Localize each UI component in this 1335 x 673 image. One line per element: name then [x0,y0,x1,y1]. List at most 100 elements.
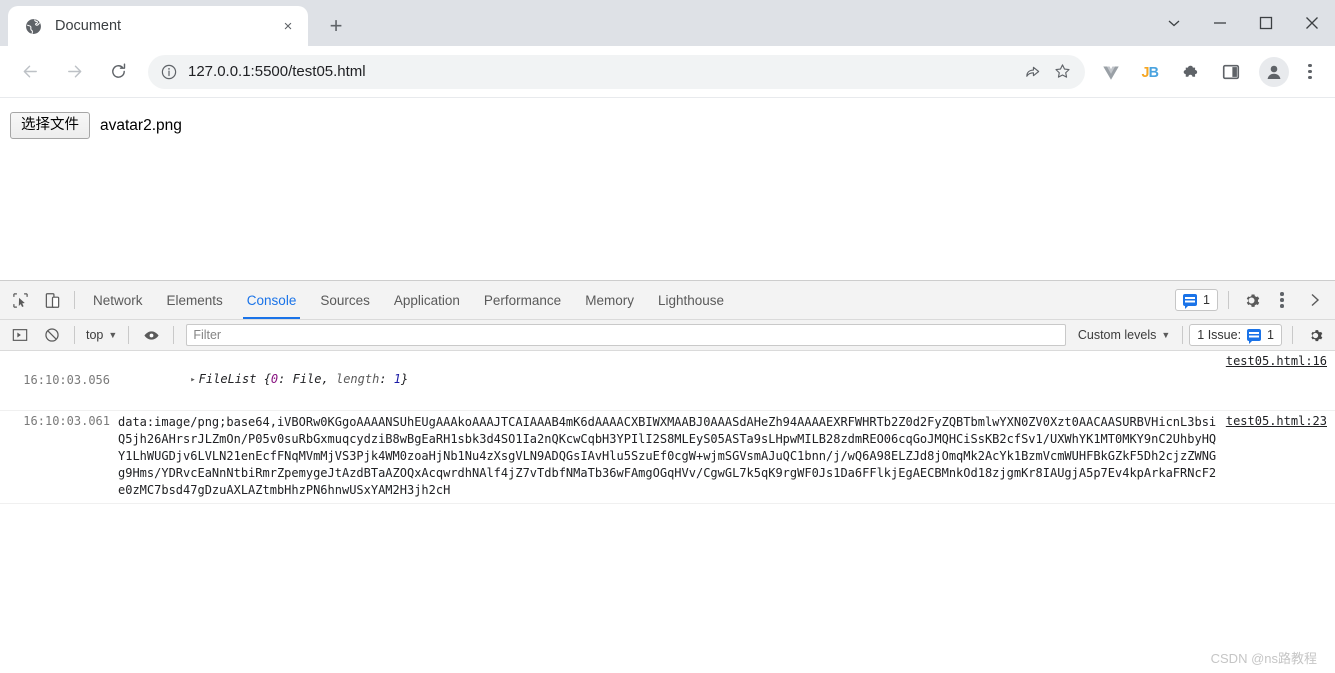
tab-sources[interactable]: Sources [308,281,382,319]
divider [173,326,175,344]
tab-network[interactable]: Network [81,281,155,319]
browser-tab[interactable]: Document × [8,6,308,46]
maximize-button[interactable] [1243,0,1289,46]
tab-title: Document [55,18,122,34]
chevron-right-icon[interactable] [1301,286,1329,314]
object-type: FileList [198,372,257,387]
clear-console-icon[interactable] [38,321,66,349]
divider [1182,326,1184,344]
console-row[interactable]: 16:10:03.056 ▸ FileList {0: File, length:… [0,351,1335,411]
console-message[interactable]: ▸ FileList {0: File, length: 1} [118,354,1226,407]
window-controls [1151,0,1335,46]
log-levels-value: Custom levels [1077,328,1157,342]
object-length-value: 1 [393,372,402,387]
chevron-down-icon: ▼ [108,330,118,340]
execution-context-value: top [86,328,104,342]
divider [74,326,75,344]
message-bubble-icon [1247,329,1262,344]
console-source-link[interactable]: test05.html:23 [1226,414,1335,428]
expand-triangle-icon[interactable]: ▸ [190,372,195,389]
tab-memory[interactable]: Memory [573,281,646,319]
page-content: 选择文件 avatar2.png [0,98,1335,278]
menu-dot [1280,304,1284,308]
info-circle-icon[interactable] [160,63,178,81]
menu-dot [1280,292,1284,296]
object-comma: , [321,372,336,387]
tab-lighthouse[interactable]: Lighthouse [646,281,736,319]
tab-strip: Document × + [0,0,1335,46]
devtools-tabbar-actions: 1 [1175,285,1335,315]
console-settings-gear-icon[interactable] [1301,321,1329,349]
menu-dot [1308,69,1312,74]
sidepanel-icon[interactable] [1216,57,1246,87]
jetbrains-icon[interactable]: J B [1136,57,1166,87]
console-toolbar: top ▼ Custom levels ▼ 1 Issue: 1 [0,320,1335,351]
chevron-down-icon: ▼ [1161,330,1171,340]
forward-icon[interactable] [57,55,91,89]
tab-application[interactable]: Application [382,281,472,319]
object-colon-2: : [379,372,394,387]
vue-devtools-icon[interactable] [1096,57,1126,87]
object-key-length: length [335,372,380,387]
address-bar[interactable]: 127.0.0.1:5500/test05.html [148,54,1085,89]
inspect-element-icon[interactable] [6,286,34,314]
chevron-down-icon[interactable] [1151,0,1197,46]
devtools-tabbar: Network Elements Console Sources Applica… [0,281,1335,320]
profile-avatar-icon[interactable] [1259,56,1289,87]
selected-file-name: avatar2.png [100,116,182,134]
execution-context-select[interactable]: top ▼ [81,324,122,346]
filter-input[interactable] [186,324,1066,346]
console-timestamp: 16:10:03.056 [23,373,110,388]
message-count-badge[interactable]: 1 [1175,289,1218,311]
browser-toolbar: 127.0.0.1:5500/test05.html J B [0,46,1335,98]
reload-icon[interactable] [101,55,135,89]
console-source-link[interactable]: test05.html:16 [1226,354,1335,368]
minimize-button[interactable] [1197,0,1243,46]
object-brace-open: { [256,372,271,387]
tab-elements[interactable]: Elements [155,281,235,319]
star-icon[interactable] [1049,59,1075,85]
object-value: File [292,372,322,387]
gear-icon[interactable] [1237,286,1265,314]
console-row[interactable]: 16:10:03.061 data:image/png;base64,iVBOR… [0,411,1335,504]
extension-icons: J B [1091,57,1251,87]
back-icon[interactable] [13,55,47,89]
live-expression-eye-icon[interactable] [137,321,165,349]
tab-console[interactable]: Console [235,281,309,319]
divider [1292,326,1293,344]
console-output[interactable]: 16:10:03.056 ▸ FileList {0: File, length:… [0,351,1335,673]
puzzle-extensions-icon[interactable] [1176,57,1206,87]
console-sidebar-icon[interactable] [6,321,34,349]
close-icon[interactable]: × [278,16,298,36]
divider [128,326,130,344]
log-levels-select[interactable]: Custom levels ▼ [1072,324,1176,346]
device-toolbar-icon[interactable] [38,286,66,314]
three-dot-menu-icon[interactable] [1297,57,1323,87]
new-tab-button[interactable]: + [320,10,352,42]
issues-count: 1 [1267,328,1274,342]
menu-dot [1308,75,1312,80]
console-timestamp: 16:10:03.061 [23,413,110,428]
tab-performance[interactable]: Performance [472,281,573,319]
menu-dot [1280,298,1284,302]
issues-label: 1 Issue: [1197,328,1242,342]
object-brace-close: } [401,372,409,387]
message-bubble-icon [1183,294,1198,309]
message-count: 1 [1203,293,1210,307]
globe-icon [24,17,42,35]
svg-text:B: B [1148,65,1158,81]
issues-badge[interactable]: 1 Issue: 1 [1189,324,1282,346]
file-input-row: 选择文件 avatar2.png [10,112,1325,140]
choose-file-button[interactable]: 选择文件 [10,112,90,140]
divider [74,291,75,309]
share-icon[interactable] [1019,59,1045,85]
three-dot-menu-icon[interactable] [1269,285,1295,315]
window-close-button[interactable] [1289,0,1335,46]
divider [1228,291,1229,309]
url-text: 127.0.0.1:5500/test05.html [188,63,366,80]
console-message[interactable]: data:image/png;base64,iVBORw0KGgoAAAANSU… [118,414,1226,500]
object-colon: : [278,372,293,387]
menu-dot [1308,63,1312,68]
browser-window: Document × + 127.0.0.1:5500/test05.html … [0,0,1335,673]
devtools-panel: Network Elements Console Sources Applica… [0,280,1335,673]
